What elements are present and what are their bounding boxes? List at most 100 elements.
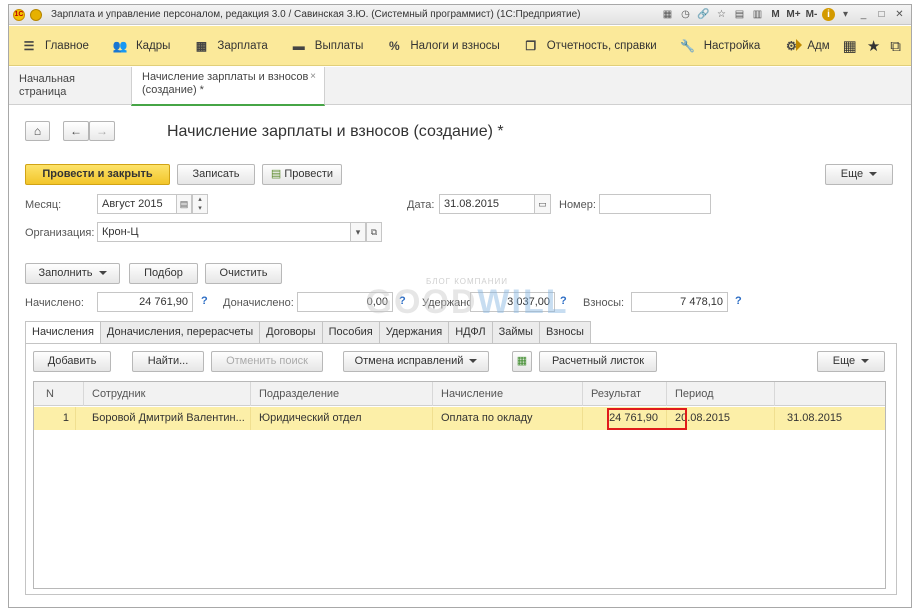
tab-deductions[interactable]: Удержания (378, 321, 450, 343)
post-and-close-button[interactable]: Провести и закрыть (25, 164, 170, 185)
fill-button[interactable]: Заполнить (25, 263, 120, 284)
fill-button-label: Заполнить (38, 267, 93, 279)
table-row[interactable]: 1 Боровой Дмитрий Валентин... Юридически… (34, 407, 885, 430)
number-field[interactable] (599, 194, 711, 214)
cancel-search-button[interactable]: Отменить поиск (211, 351, 323, 372)
spreadsheet-icon[interactable]: ▦ (512, 351, 532, 372)
tab-personal-income-tax[interactable]: НДФЛ (448, 321, 493, 343)
section-label: Зарплата (217, 39, 268, 52)
section-label: Отчетность, справки (546, 39, 657, 52)
favorites-star-icon[interactable]: ★ (867, 37, 880, 55)
memory-plus-button[interactable]: M+ (786, 7, 801, 22)
help-icon[interactable]: ? (735, 295, 742, 307)
organization-dropdown-icon[interactable]: ▾ (350, 222, 366, 242)
tab-contracts[interactable]: Договоры (259, 321, 323, 343)
withheld-label: Удержано: (422, 297, 476, 309)
section-hr[interactable]: 👥 Кадры (100, 26, 181, 66)
history-icon[interactable]: ⧉ (890, 38, 901, 55)
sections-tools: ▦ ★ ⧉ (843, 26, 911, 66)
section-main[interactable]: ☰ Главное (9, 26, 100, 66)
link-icon[interactable]: 🔗 (696, 7, 711, 22)
find-button[interactable]: Найти... (132, 351, 204, 372)
forward-arrow-icon[interactable]: → (89, 121, 115, 141)
close-icon[interactable]: × (310, 70, 316, 83)
column-header-result[interactable]: Результат (583, 382, 667, 406)
wallet-icon: ▬ (292, 38, 305, 53)
tab-accruals[interactable]: Начисления (25, 321, 101, 344)
tab-loans[interactable]: Займы (491, 321, 540, 343)
month-field[interactable]: Август 2015 (97, 194, 177, 214)
tab-payroll-document[interactable]: Начисление зарплаты и взносов (создание)… (131, 67, 325, 106)
column-header-accrual[interactable]: Начисление (433, 382, 583, 406)
window-menu-chevron-icon[interactable]: ▾ (838, 7, 853, 22)
section-reports[interactable]: ❐ Отчетность, справки (511, 26, 668, 66)
home-icon[interactable]: ⌂ (25, 121, 50, 141)
date-field[interactable]: 31.08.2015 (439, 194, 535, 214)
post-button[interactable]: ▤ Провести (262, 164, 342, 185)
all-functions-grid-icon[interactable]: ▦ (843, 37, 857, 55)
withheld-value: 3 037,00 (470, 292, 555, 312)
select-button[interactable]: Подбор (129, 263, 198, 284)
contributions-value: 7 478,10 (631, 292, 728, 312)
column-header-period-end[interactable] (775, 382, 885, 406)
open-link-icon[interactable]: ⧉ (366, 222, 382, 242)
reports-icon: ❐ (525, 38, 537, 53)
section-salary[interactable]: ▦ Зарплата (181, 26, 278, 66)
organization-field[interactable]: Крон-Ц (97, 222, 351, 242)
section-taxes[interactable]: % Налоги и взносы (374, 26, 510, 66)
chevron-down-icon (98, 271, 107, 276)
help-icon[interactable]: ? (201, 295, 208, 307)
grid-more-button[interactable]: Еще (817, 351, 885, 372)
chevron-down-icon (869, 172, 878, 177)
1c-logo-icon[interactable]: 1С (13, 9, 25, 21)
section-label: Кадры (135, 39, 171, 52)
close-button[interactable]: ✕ (892, 7, 907, 22)
column-header-n[interactable]: N (34, 382, 84, 406)
section-label: Адм (807, 39, 830, 52)
tab-contributions[interactable]: Взносы (538, 321, 591, 343)
chevron-down-icon (469, 359, 478, 364)
calculator-icon[interactable]: ▥ (750, 7, 765, 22)
more-button[interactable]: Еще (825, 164, 893, 185)
section-label: Налоги и взносы (410, 39, 500, 52)
cell-period-end[interactable]: 31.08.2015 (775, 407, 885, 430)
tab-home-page[interactable]: Начальная страница (9, 67, 131, 105)
memory-m-button[interactable]: M (768, 7, 783, 22)
history-icon[interactable]: ◷ (678, 7, 693, 22)
date-label: Дата: (407, 199, 435, 211)
scroll-right-arrow-icon[interactable] (796, 39, 802, 51)
tab-benefits[interactable]: Пособия (321, 321, 380, 343)
calendar-icon[interactable]: ▭ (534, 194, 551, 214)
watermark-caption: БЛОГ КОМПАНИИ (425, 277, 509, 286)
help-icon[interactable]: ? (399, 295, 406, 307)
column-header-period[interactable]: Период (667, 382, 775, 406)
month-picker-icon[interactable]: ▤ (176, 194, 192, 214)
column-header-department[interactable]: Подразделение (251, 382, 433, 406)
month-stepper[interactable]: ▴ ▾ (192, 194, 208, 214)
result-highlight-box (607, 408, 687, 430)
tab-additional-accruals[interactable]: Доначисления, перерасчеты (99, 321, 261, 343)
main-menu-icon[interactable] (30, 9, 42, 21)
clear-button[interactable]: Очистить (205, 263, 282, 284)
grid-icon[interactable]: ▦ (660, 7, 675, 22)
favorite-star-icon[interactable]: ☆ (714, 7, 729, 22)
percent-icon: % (389, 38, 400, 53)
cell-employee[interactable]: Боровой Дмитрий Валентин... (84, 407, 251, 430)
calendar-icon[interactable]: ▤ (732, 7, 747, 22)
section-payments[interactable]: ▬ Выплаты (279, 26, 375, 66)
section-settings[interactable]: 🔧 Настройка (668, 26, 772, 66)
add-button[interactable]: Добавить (33, 351, 111, 372)
cell-accrual[interactable]: Оплата по окладу (433, 407, 583, 430)
memory-minus-button[interactable]: M- (804, 7, 819, 22)
minimize-button[interactable]: _ (856, 7, 871, 22)
menu-icon: ☰ (23, 38, 35, 53)
help-icon[interactable]: ? (560, 295, 567, 307)
maximize-button[interactable]: □ (874, 7, 889, 22)
column-header-employee[interactable]: Сотрудник (84, 382, 251, 406)
payslip-button[interactable]: Расчетный листок (539, 351, 657, 372)
cell-department[interactable]: Юридический отдел (251, 407, 433, 430)
cancel-corrections-button[interactable]: Отмена исправлений (343, 351, 489, 372)
save-button[interactable]: Записать (177, 164, 255, 185)
back-arrow-icon[interactable]: ← (63, 121, 89, 141)
info-icon[interactable]: i (822, 8, 835, 21)
